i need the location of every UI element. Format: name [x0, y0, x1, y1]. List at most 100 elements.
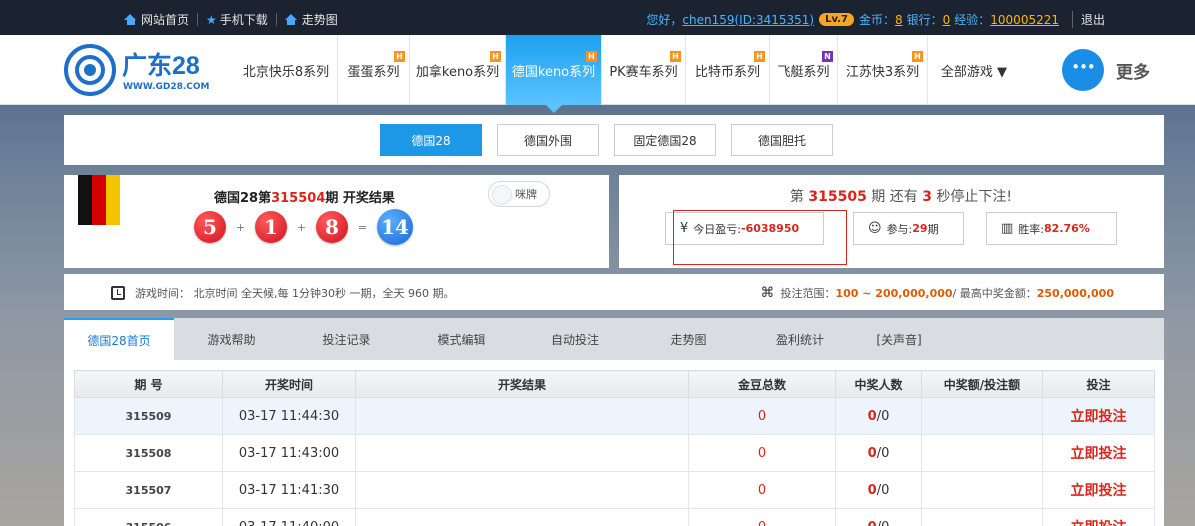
logo-domain: WWW.GD28.COM [123, 82, 210, 92]
tab-bet-records[interactable]: 投注记录 [289, 318, 404, 360]
bet-now-link[interactable]: 立即投注 [1042, 508, 1155, 526]
chart-icon: ▥ [1001, 221, 1014, 236]
bean-total: 0 [688, 508, 836, 526]
result-ball: 5 [194, 211, 226, 243]
bet-now-link[interactable]: 立即投注 [1042, 397, 1155, 435]
exp-value[interactable]: 100005221 [990, 13, 1059, 27]
col-header: 投注 [1042, 370, 1155, 398]
subtab-fixed-germany28[interactable]: 固定德国28 [614, 124, 716, 156]
subtab-germany-outer[interactable]: 德国外围 [497, 124, 599, 156]
nav-item-canada-keno[interactable]: 加拿keno系列 H [410, 35, 506, 105]
table-row: 315509 03-17 11:44:30 0 0/0 立即投注 [74, 397, 1155, 435]
site-logo[interactable]: 广东28 WWW.GD28.COM [64, 42, 214, 98]
nav-item-germany-keno[interactable]: 德国keno系列 H [506, 35, 602, 113]
draw-time: 03-17 11:43:00 [222, 434, 356, 472]
tab-mute-sound[interactable]: [关声音] [854, 318, 944, 360]
subtab-germany28[interactable]: 德国28 [380, 124, 482, 156]
win-bet-ratio [921, 434, 1043, 472]
table-row: 315508 03-17 11:43:00 0 0/0 立即投注 [74, 434, 1155, 472]
star-icon: ★ [206, 12, 217, 27]
nav-item-jiangsu-k3[interactable]: 江苏快3系列 H [838, 35, 928, 105]
logout-link[interactable]: 退出 [1071, 11, 1105, 28]
tab-mode-edit[interactable]: 模式编辑 [404, 318, 519, 360]
result-balls: 5 + 1 + 8 = 14 [194, 209, 413, 245]
gift-icon: ⌘ [760, 285, 775, 301]
germany-flag-icon [78, 175, 120, 233]
winners-count: 0/0 [835, 508, 922, 526]
bet-now-link[interactable]: 立即投注 [1042, 471, 1155, 509]
col-header: 开奖时间 [222, 370, 356, 398]
home-icon [124, 14, 137, 25]
logo-emblem [64, 44, 116, 96]
nav-item-pk-racing[interactable]: PK赛车系列 H [602, 35, 686, 105]
top-bar: 网站首页 ★ 手机下载 走势图 您好， chen159(ID:3415351) L… [0, 0, 1195, 35]
level-badge: Lv.7 [819, 13, 854, 26]
nav-item-all-games-dropdown[interactable]: 全部游戏 ▼ [928, 35, 1020, 105]
new-badge: N [822, 51, 833, 62]
hot-badge: H [394, 51, 405, 62]
draw-time: 03-17 11:40:00 [222, 508, 356, 526]
col-header: 期 号 [74, 370, 223, 398]
tab-profit-stats[interactable]: 盈利统计 [746, 318, 854, 360]
bet-now-link[interactable]: 立即投注 [1042, 434, 1155, 472]
draw-time: 03-17 11:41:30 [222, 471, 356, 509]
bean-total: 0 [688, 434, 836, 472]
result-ball: 8 [316, 211, 348, 243]
issue-id: 315509 [74, 397, 223, 435]
issue-id: 315506 [74, 508, 223, 526]
game-time-text: 游戏时间： 北京时间 全天候,每 1分钟30秒 一期，全天 960 期。 [135, 287, 455, 300]
col-header: 金豆总数 [688, 370, 836, 398]
tab-trend[interactable]: 走势图 [631, 318, 746, 360]
home-link[interactable]: 网站首页 [124, 11, 189, 28]
hot-badge: H [670, 51, 681, 62]
bean-total: 0 [688, 471, 836, 509]
hot-badge: H [912, 51, 923, 62]
trend-chart-link[interactable]: 走势图 [284, 11, 338, 28]
winners-count: 0/0 [835, 434, 922, 472]
user-icon: ☺ [868, 221, 882, 236]
table-row: 315506 03-17 11:40:00 0 0/0 立即投注 [74, 508, 1155, 526]
participation-box[interactable]: ☺ 参与: 29 期 [853, 212, 964, 245]
draw-table: 期 号 开奖时间 开奖结果 金豆总数 中奖人数 中奖额/投注额 投注 31550… [74, 370, 1155, 526]
table-row: 315507 03-17 11:41:30 0 0/0 立即投注 [74, 471, 1155, 509]
mobile-download-link[interactable]: ★ 手机下载 [206, 11, 268, 28]
countdown-text: 第 315505 期 还有 3 秒停止下注! [789, 189, 1012, 205]
result-sum-ball: 14 [377, 209, 413, 245]
draw-result [355, 508, 689, 526]
coins-value[interactable]: 8 [895, 13, 903, 27]
greeting: 您好， [646, 13, 683, 27]
result-ball: 1 [255, 211, 287, 243]
col-header: 中奖额/投注额 [921, 370, 1043, 398]
home-icon [284, 14, 298, 25]
tab-auto-bet[interactable]: 自动投注 [519, 318, 631, 360]
draw-table-area: 期 号 开奖时间 开奖结果 金豆总数 中奖人数 中奖额/投注额 投注 31550… [64, 360, 1164, 526]
hot-badge: H [754, 51, 765, 62]
mipai-toggle[interactable]: 咪牌 [488, 181, 550, 207]
clock-icon [111, 286, 125, 300]
draw-time: 03-17 11:44:30 [222, 397, 356, 435]
nav-item-dandan[interactable]: 蛋蛋系列 H [338, 35, 410, 105]
exp-label: 经验： [954, 13, 991, 27]
game-subtabs: 德国28 德国外围 固定德国28 德国胆托 [64, 115, 1164, 165]
more-button[interactable]: 更多 [1062, 49, 1150, 91]
nav-item-airship[interactable]: 飞艇系列 N [770, 35, 838, 105]
bank-value[interactable]: 0 [943, 13, 951, 27]
col-header: 中奖人数 [835, 370, 922, 398]
nav-item-bitcoin[interactable]: 比特币系列 H [686, 35, 770, 105]
nav-item-bjkl8[interactable]: 北京快乐8系列 [235, 35, 338, 105]
result-title: 德国28第315504期 开奖结果 [214, 191, 395, 206]
tab-help[interactable]: 游戏帮助 [174, 318, 289, 360]
logo-name: 广东28 [122, 52, 200, 80]
winners-count: 0/0 [835, 471, 922, 509]
last-result-panel: 德国28第315504期 开奖结果 5 + 1 + 8 = 14 咪牌 [64, 175, 609, 268]
table-header-row: 期 号 开奖时间 开奖结果 金豆总数 中奖人数 中奖额/投注额 投注 [74, 370, 1155, 398]
tab-home[interactable]: 德国28首页 [64, 318, 174, 360]
coins-label: 金币： [858, 13, 895, 27]
highlight-frame [673, 210, 847, 265]
win-rate-box[interactable]: ▥ 胜率: 82.76% [986, 212, 1117, 245]
issue-id: 315507 [74, 471, 223, 509]
issue-id: 315508 [74, 434, 223, 472]
username-link[interactable]: chen159(ID:3415351) [682, 13, 814, 27]
subtab-germany-dantuo[interactable]: 德国胆托 [731, 124, 833, 156]
game-tabs: 德国28首页 游戏帮助 投注记录 模式编辑 自动投注 走势图 盈利统计 [关声音… [64, 318, 1164, 360]
